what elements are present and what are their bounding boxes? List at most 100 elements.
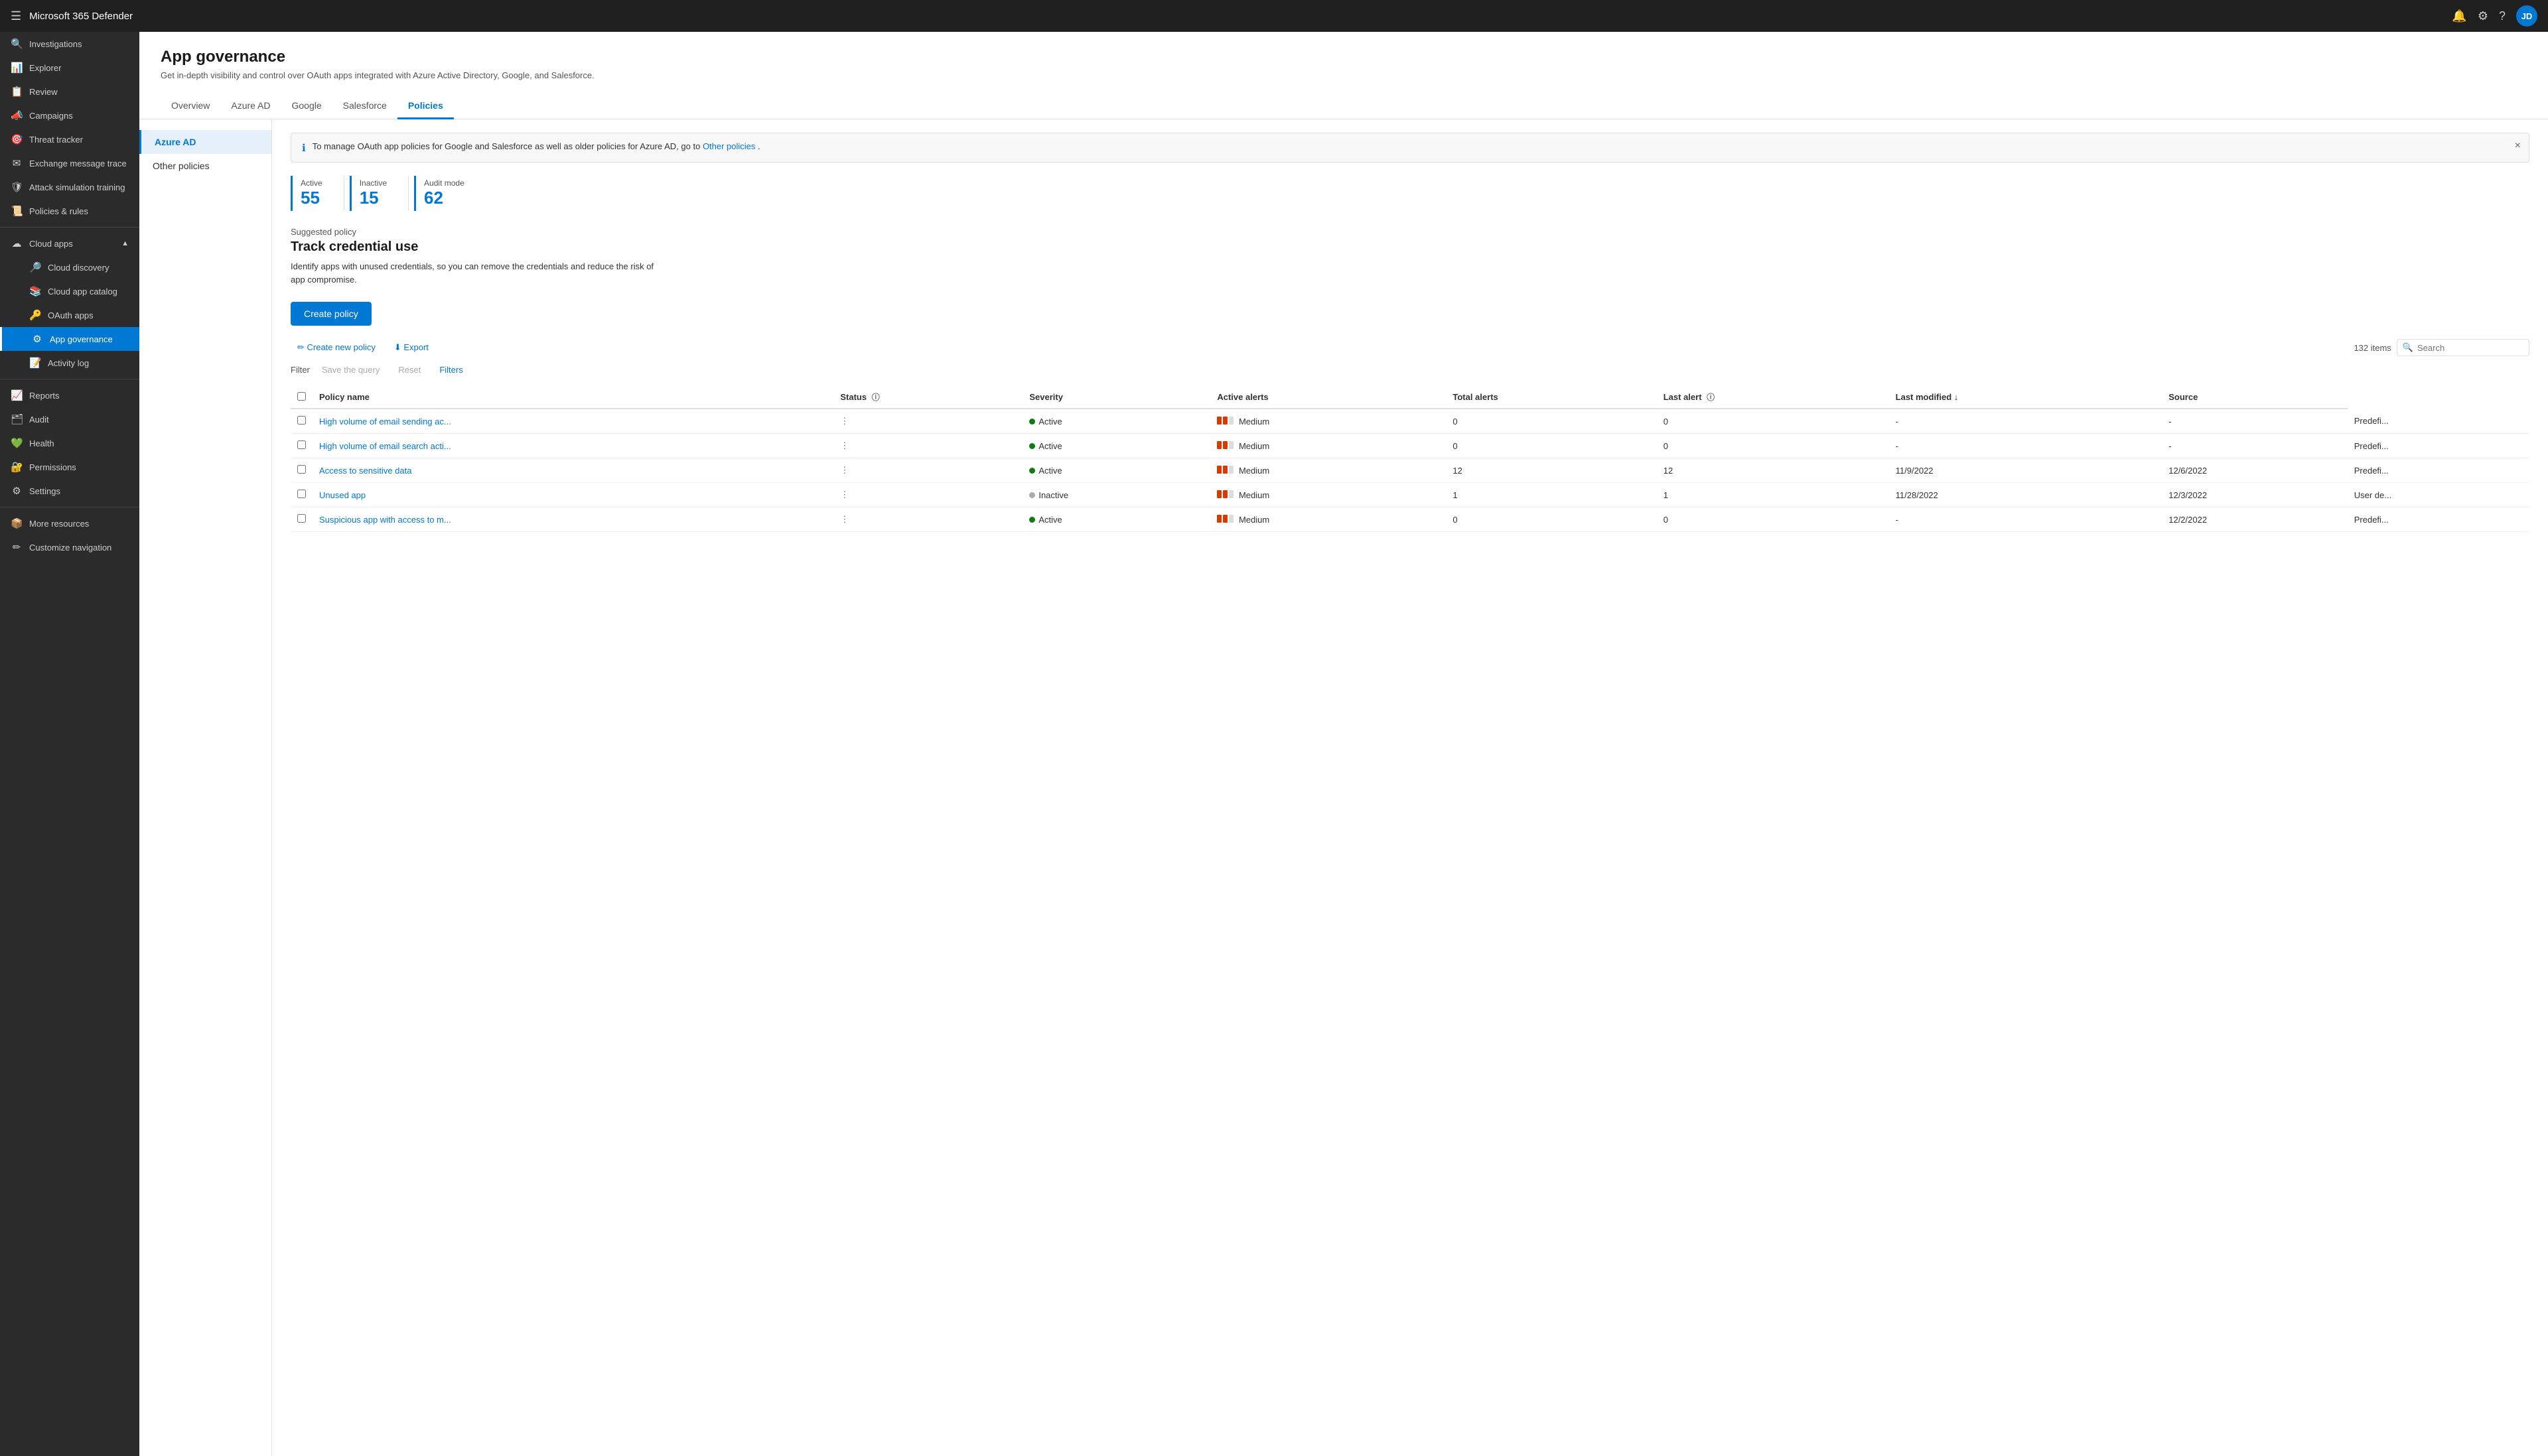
sidebar-item-cloud-apps[interactable]: ☁ Cloud apps ▲: [0, 232, 139, 255]
row-checkbox[interactable]: [297, 416, 306, 425]
row-total-alerts: 12: [1657, 458, 1889, 483]
settings-icon[interactable]: ⚙: [2478, 9, 2488, 23]
row-source: User de...: [2348, 483, 2529, 507]
sidebar-item-review[interactable]: 📋 Review: [0, 80, 139, 103]
suggested-title: Track credential use: [291, 239, 2529, 255]
col-header-active-alerts[interactable]: Active alerts: [1210, 386, 1446, 409]
row-checkbox[interactable]: [297, 490, 306, 498]
status-dot: [1029, 517, 1035, 523]
filters-button[interactable]: Filters: [433, 362, 469, 378]
sidebar-item-reports[interactable]: 📈 Reports: [0, 383, 139, 407]
threat-tracker-icon: 🎯: [11, 133, 23, 145]
table-row: High volume of email sending ac... ⋮ Act…: [291, 409, 2529, 434]
row-total-alerts: 0: [1657, 434, 1889, 458]
sidebar-item-label: Explorer: [29, 63, 61, 73]
row-last-modified: 12/6/2022: [2162, 458, 2348, 483]
severity-label: Medium: [1239, 441, 1269, 451]
col-header-name[interactable]: Policy name: [313, 386, 833, 409]
sidebar-item-campaigns[interactable]: 📣 Campaigns: [0, 103, 139, 127]
row-severity: Medium: [1210, 483, 1446, 507]
export-button[interactable]: ⬇ Export: [388, 339, 435, 356]
row-checkbox[interactable]: [297, 514, 306, 523]
row-source: Predefi...: [2348, 434, 2529, 458]
sidebar-item-explorer[interactable]: 📊 Explorer: [0, 56, 139, 80]
row-more-icon[interactable]: ⋮: [840, 440, 849, 450]
left-nav: Azure AD Other policies: [139, 119, 272, 1456]
info-banner-close-button[interactable]: ×: [2515, 140, 2521, 152]
sidebar-item-settings[interactable]: ⚙ Settings: [0, 479, 139, 503]
create-policy-button[interactable]: Create policy: [291, 302, 372, 326]
other-policies-link[interactable]: Other policies: [703, 141, 755, 151]
tab-policies[interactable]: Policies: [397, 94, 454, 119]
status-info-icon[interactable]: ⓘ: [872, 393, 880, 402]
col-header-last-modified[interactable]: Last modified ↓: [1889, 386, 2162, 409]
row-more-icon[interactable]: ⋮: [840, 465, 849, 475]
cloud-apps-chevron: ▲: [121, 239, 129, 247]
row-name: Unused app: [313, 483, 833, 507]
tab-overview[interactable]: Overview: [161, 94, 220, 119]
sbar2: [1223, 466, 1228, 474]
info-banner-text: To manage OAuth app policies for Google …: [313, 141, 760, 151]
select-all-checkbox[interactable]: [297, 392, 306, 401]
left-nav-azure-ad[interactable]: Azure AD: [139, 130, 271, 154]
col-header-total-alerts[interactable]: Total alerts: [1446, 386, 1656, 409]
app-title: Microsoft 365 Defender: [29, 11, 2444, 22]
sidebar-item-cloud-discovery[interactable]: 🔎 Cloud discovery: [0, 255, 139, 279]
notification-icon[interactable]: 🔔: [2452, 9, 2466, 23]
col-header-status[interactable]: Status ⓘ: [833, 386, 1023, 409]
sidebar-item-attack-simulation[interactable]: 🛡 Attack simulation training: [0, 175, 139, 199]
sidebar-item-cloud-app-catalog[interactable]: 📚 Cloud app catalog: [0, 279, 139, 303]
sidebar-item-activity-log[interactable]: 📝 Activity log: [0, 351, 139, 375]
row-menu-col: ⋮: [833, 458, 1023, 483]
sidebar-item-permissions[interactable]: 🔐 Permissions: [0, 455, 139, 479]
hamburger-icon[interactable]: ☰: [11, 9, 21, 23]
col-header-source[interactable]: Source: [2162, 386, 2348, 409]
sidebar-item-exchange[interactable]: ✉ Exchange message trace: [0, 151, 139, 175]
sidebar-item-customize-nav[interactable]: ✏ Customize navigation: [0, 535, 139, 559]
sidebar-item-health[interactable]: 💚 Health: [0, 431, 139, 455]
last-alert-info-icon[interactable]: ⓘ: [1707, 393, 1715, 402]
tab-salesforce[interactable]: Salesforce: [332, 94, 397, 119]
sidebar-item-label: Threat tracker: [29, 135, 83, 145]
sidebar-item-threat-tracker[interactable]: 🎯 Threat tracker: [0, 127, 139, 151]
row-total-alerts: 0: [1657, 507, 1889, 532]
row-more-icon[interactable]: ⋮: [840, 514, 849, 524]
help-icon[interactable]: ?: [2499, 9, 2506, 23]
tab-azure-ad[interactable]: Azure AD: [220, 94, 281, 119]
sidebar-item-policies-rules[interactable]: 📜 Policies & rules: [0, 199, 139, 223]
search-input[interactable]: [2417, 343, 2523, 353]
col-header-severity[interactable]: Severity: [1023, 386, 1210, 409]
info-icon: ℹ: [302, 142, 306, 154]
stat-active: Active 55: [291, 176, 338, 211]
create-new-policy-button[interactable]: ✏ Create new policy: [291, 339, 382, 356]
row-checkbox[interactable]: [297, 465, 306, 474]
sbar3: [1229, 417, 1234, 425]
save-query-button[interactable]: Save the query: [315, 362, 386, 378]
audit-icon: 🗂: [11, 413, 23, 425]
tab-google[interactable]: Google: [281, 94, 332, 119]
avatar[interactable]: JD: [2516, 5, 2537, 27]
tabs: Overview Azure AD Google Salesforce Poli…: [139, 94, 2548, 119]
sidebar-item-audit[interactable]: 🗂 Audit: [0, 407, 139, 431]
sidebar-item-label: Campaigns: [29, 111, 73, 121]
status-dot: [1029, 419, 1035, 425]
left-nav-other-policies[interactable]: Other policies: [139, 154, 271, 178]
row-more-icon[interactable]: ⋮: [840, 416, 849, 426]
reset-button[interactable]: Reset: [391, 362, 427, 378]
review-icon: 📋: [11, 86, 23, 98]
sidebar-item-investigations[interactable]: 🔍 Investigations: [0, 32, 139, 56]
sidebar-item-more-resources[interactable]: 📦 More resources: [0, 511, 139, 535]
col-header-last-alert[interactable]: Last alert ⓘ: [1657, 386, 1889, 409]
row-more-icon[interactable]: ⋮: [840, 490, 849, 499]
settings-nav-icon: ⚙: [11, 485, 23, 497]
info-banner: ℹ To manage OAuth app policies for Googl…: [291, 133, 2529, 163]
status-label: Active: [1038, 417, 1062, 427]
severity-label: Medium: [1239, 417, 1269, 427]
policies-icon: 📜: [11, 205, 23, 217]
severity-label: Medium: [1239, 515, 1269, 525]
cloud-discovery-icon: 🔎: [29, 261, 41, 273]
row-name: Access to sensitive data: [313, 458, 833, 483]
sidebar-item-app-governance[interactable]: ⚙ App governance: [0, 327, 139, 351]
row-checkbox[interactable]: [297, 440, 306, 449]
sidebar-item-oauth-apps[interactable]: 🔑 OAuth apps: [0, 303, 139, 327]
